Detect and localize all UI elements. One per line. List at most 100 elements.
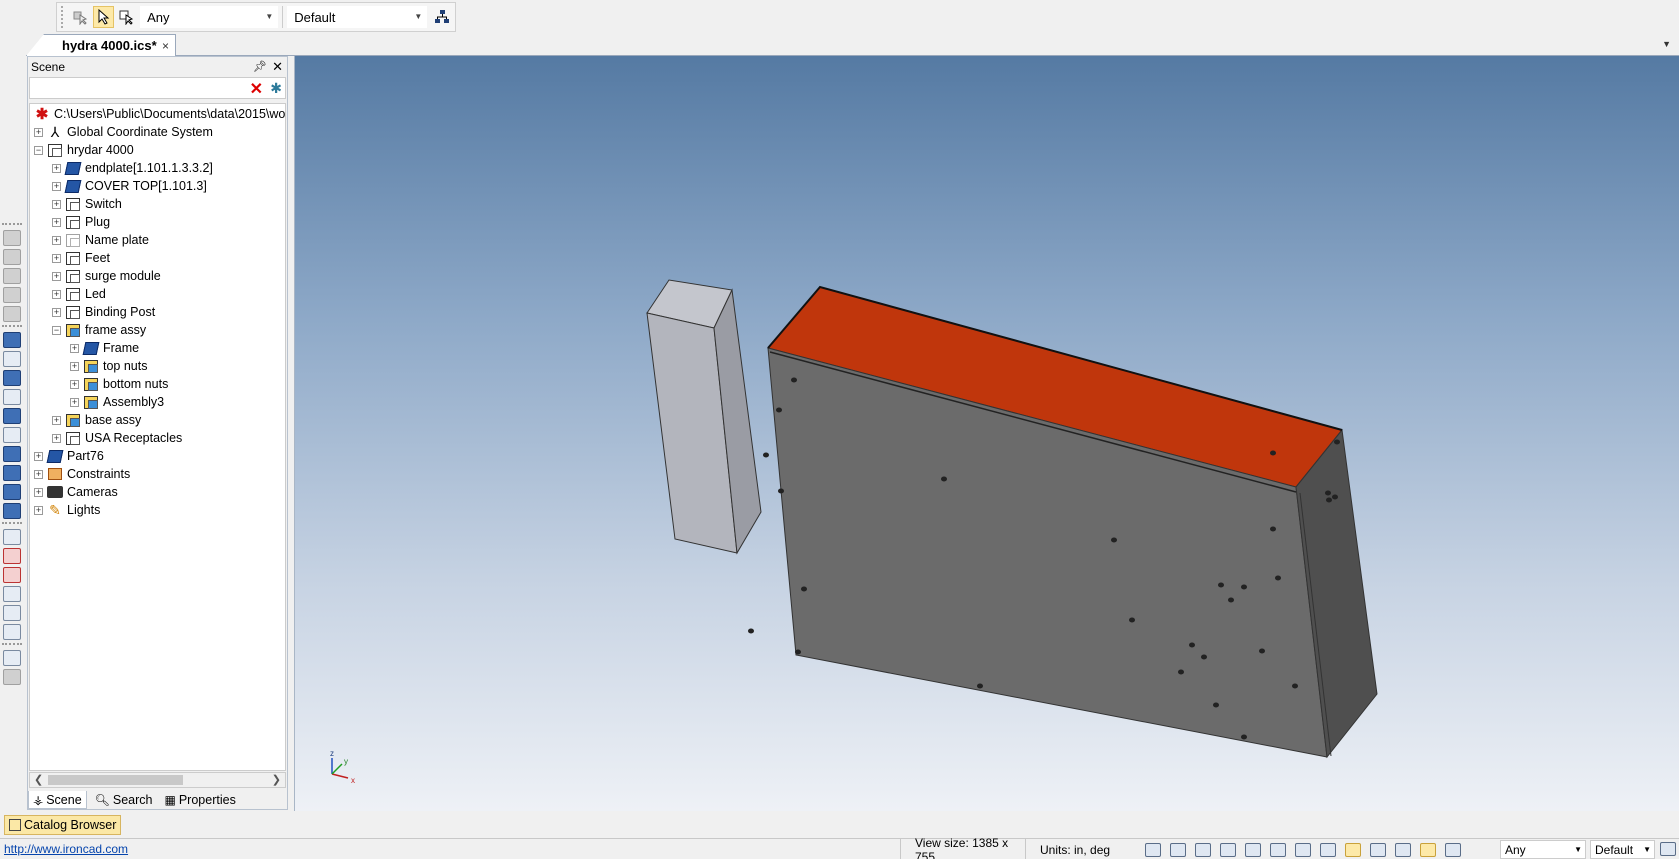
expand-icon[interactable]: + bbox=[52, 307, 61, 317]
paint-icon[interactable] bbox=[1295, 842, 1311, 857]
block-part[interactable] bbox=[646, 279, 762, 555]
expand-icon[interactable]: + bbox=[34, 451, 43, 461]
pin-icon[interactable]: 📌︎ bbox=[253, 60, 267, 73]
website-link[interactable]: http://www.ironcad.com bbox=[4, 842, 128, 856]
view-front-icon[interactable] bbox=[3, 332, 21, 348]
tree-node[interactable]: + Frame bbox=[70, 339, 139, 357]
expand-icon[interactable]: + bbox=[52, 271, 61, 281]
tree-node[interactable]: + Part76 bbox=[34, 447, 104, 465]
view-icon-4[interactable] bbox=[3, 287, 21, 303]
view-icon-3[interactable] bbox=[3, 268, 21, 284]
toolbar-grip[interactable] bbox=[2, 223, 22, 227]
select-pointer-icon[interactable] bbox=[1420, 842, 1436, 857]
expand-icon[interactable]: + bbox=[34, 127, 43, 137]
display-mode-icon[interactable] bbox=[1345, 842, 1361, 857]
zoom-fit-icon[interactable] bbox=[1170, 842, 1186, 857]
measure-icon[interactable] bbox=[3, 529, 21, 545]
ruler-icon[interactable] bbox=[3, 669, 21, 685]
view-iso-icon[interactable] bbox=[3, 446, 21, 462]
expand-icon[interactable]: + bbox=[52, 253, 61, 263]
tab-list-chevron-icon[interactable]: ▼ bbox=[1662, 39, 1671, 49]
select-pointer-icon[interactable] bbox=[92, 6, 115, 28]
tab-scene[interactable]: ⚶ Scene bbox=[28, 791, 87, 809]
view-icon-2[interactable] bbox=[3, 249, 21, 265]
view-icon-1[interactable] bbox=[3, 230, 21, 246]
tree-node[interactable]: + USA Receptacles bbox=[52, 429, 182, 447]
expand-icon[interactable]: + bbox=[52, 235, 61, 245]
expand-icon[interactable]: + bbox=[70, 379, 79, 389]
tree-node[interactable]: − hrydar 4000 bbox=[34, 141, 134, 159]
toolbar-grip[interactable] bbox=[61, 6, 65, 28]
curve-icon[interactable] bbox=[3, 650, 21, 666]
collapse-icon[interactable]: − bbox=[34, 145, 43, 155]
tree-node[interactable]: + Switch bbox=[52, 195, 122, 213]
select-assembly-icon[interactable] bbox=[1395, 842, 1411, 857]
tree-node[interactable]: + Binding Post bbox=[52, 303, 155, 321]
tab-properties[interactable]: ▦ Properties bbox=[161, 791, 240, 809]
glasses-icon[interactable] bbox=[1320, 842, 1336, 857]
scroll-right-icon[interactable]: ❯ bbox=[272, 773, 281, 786]
expand-icon[interactable]: + bbox=[52, 433, 61, 443]
expand-icon[interactable]: + bbox=[52, 217, 61, 227]
expand-icon[interactable]: + bbox=[52, 289, 61, 299]
view-right-icon[interactable] bbox=[3, 389, 21, 405]
collapse-icon[interactable]: − bbox=[52, 325, 61, 335]
view-left-icon[interactable] bbox=[3, 370, 21, 386]
enclosure-part[interactable] bbox=[748, 285, 1378, 759]
tree-node[interactable]: + Cameras bbox=[34, 483, 118, 501]
view-iso4-icon[interactable] bbox=[3, 503, 21, 519]
tree-node[interactable]: + Assembly3 bbox=[70, 393, 164, 411]
part-mode-icon[interactable] bbox=[1370, 842, 1386, 857]
tree-node[interactable]: + top nuts bbox=[70, 357, 147, 375]
zoom-icon[interactable] bbox=[1145, 842, 1161, 857]
orbit-icon[interactable] bbox=[3, 605, 21, 621]
tree-node[interactable]: + base assy bbox=[52, 411, 141, 429]
render-mode-icon[interactable] bbox=[1195, 842, 1211, 857]
view-bottom-icon[interactable] bbox=[3, 427, 21, 443]
view-iso2-icon[interactable] bbox=[3, 465, 21, 481]
toolbar-grip[interactable] bbox=[2, 325, 22, 329]
section-view2-icon[interactable] bbox=[3, 567, 21, 583]
move-icon[interactable] bbox=[1270, 842, 1286, 857]
select-assembly-icon[interactable] bbox=[69, 6, 91, 28]
toolbar-grip[interactable] bbox=[2, 522, 22, 526]
view-icon-5[interactable] bbox=[3, 306, 21, 322]
view-back-icon[interactable] bbox=[3, 351, 21, 367]
select-filter-icon[interactable] bbox=[1445, 842, 1461, 857]
close-tab-icon[interactable]: × bbox=[162, 39, 169, 53]
tree-node[interactable]: ✱ C:\Users\Public\Documents\data\2015\wor… bbox=[34, 105, 285, 123]
expand-icon[interactable]: + bbox=[34, 469, 43, 479]
expand-icon[interactable]: + bbox=[52, 415, 61, 425]
expand-icon[interactable]: + bbox=[70, 361, 79, 371]
scrollbar-thumb[interactable] bbox=[48, 775, 183, 785]
expand-icon[interactable]: + bbox=[70, 397, 79, 407]
catalog-browser-tab[interactable]: Catalog Browser bbox=[4, 815, 122, 835]
tree-node[interactable]: + bottom nuts bbox=[70, 375, 168, 393]
expand-icon[interactable]: + bbox=[52, 199, 61, 209]
expand-icon[interactable]: + bbox=[52, 163, 61, 173]
no-orbit-icon[interactable] bbox=[3, 624, 21, 640]
tree-node[interactable]: + Constraints bbox=[34, 465, 130, 483]
tree-node[interactable]: + ✎ Lights bbox=[34, 501, 100, 519]
view-top-icon[interactable] bbox=[3, 408, 21, 424]
section-view-icon[interactable] bbox=[3, 548, 21, 564]
document-tab[interactable]: hydra 4000.ics* × bbox=[26, 34, 176, 56]
scroll-left-icon[interactable]: ❮ bbox=[34, 773, 43, 786]
expand-icon[interactable]: + bbox=[34, 487, 43, 497]
tree-node[interactable]: + endplate[1.101.1.3.3.2] bbox=[52, 159, 213, 177]
tree-node[interactable]: + COVER TOP[1.101.3] bbox=[52, 177, 207, 195]
close-panel-icon[interactable]: ✕ bbox=[272, 59, 283, 75]
clear-filter-icon[interactable]: ✕ bbox=[250, 79, 263, 99]
angle-icon[interactable] bbox=[3, 586, 21, 602]
toolbar-grip[interactable] bbox=[2, 643, 22, 647]
status-config-dropdown[interactable]: Default ▼ bbox=[1590, 840, 1655, 859]
selection-filter-dropdown[interactable]: Any ▼ bbox=[140, 6, 279, 28]
tree-horizontal-scrollbar[interactable]: ❮ ❯ bbox=[29, 772, 286, 788]
tree-node[interactable]: + Led bbox=[52, 285, 106, 303]
tree-node[interactable]: + Feet bbox=[52, 249, 110, 267]
3d-viewport[interactable]: z y x bbox=[294, 56, 1679, 811]
box-view-icon[interactable] bbox=[1220, 842, 1236, 857]
hierarchy-icon[interactable] bbox=[431, 6, 453, 28]
tree-node[interactable]: + surge module bbox=[52, 267, 161, 285]
select-filter-icon[interactable] bbox=[116, 6, 138, 28]
